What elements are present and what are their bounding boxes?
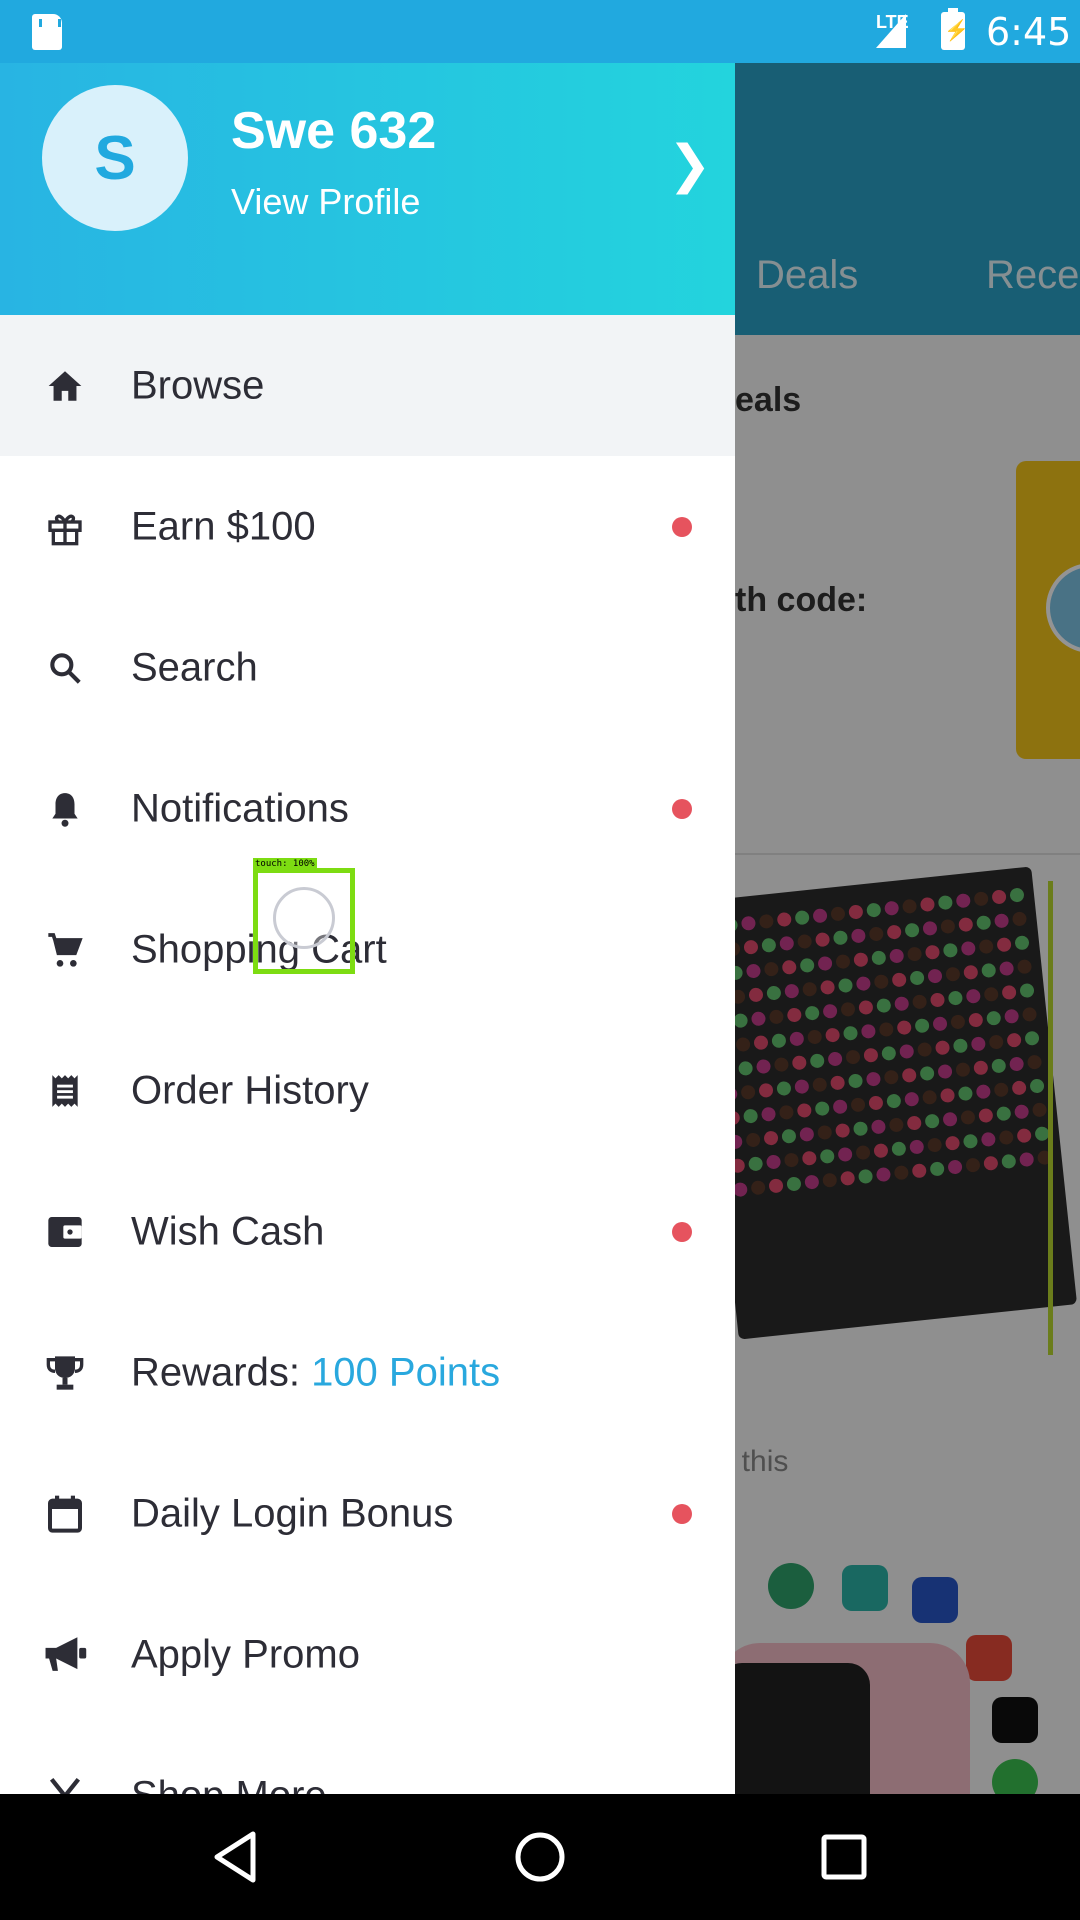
recents-button[interactable] bbox=[784, 1794, 904, 1920]
sd-card-icon bbox=[32, 14, 62, 50]
menu-item-apply-promo[interactable]: Apply Promo bbox=[0, 1584, 735, 1725]
battery-icon bbox=[941, 8, 969, 50]
profile-name: Swe 632 bbox=[231, 102, 437, 160]
menu-item-shop-more[interactable]: Shop More bbox=[0, 1725, 735, 1794]
notification-dot bbox=[672, 1503, 692, 1524]
menu-item-cart[interactable]: Shopping Cart bbox=[0, 879, 735, 1020]
system-navigation-bar bbox=[0, 1794, 1080, 1920]
rewards-label: Rewards: bbox=[131, 1350, 312, 1394]
menu-item-daily-login-bonus[interactable]: Daily Login Bonus bbox=[0, 1443, 735, 1584]
view-profile-link[interactable]: View Profile bbox=[231, 181, 420, 223]
menu-item-notifications[interactable]: Notifications bbox=[0, 738, 735, 879]
menu-label: Browse bbox=[131, 363, 265, 407]
back-icon bbox=[214, 1831, 256, 1883]
menu-item-search[interactable]: Search bbox=[0, 597, 735, 738]
menu-item-rewards[interactable]: Rewards: 100 Points bbox=[0, 1302, 735, 1443]
trophy-icon bbox=[42, 1350, 88, 1396]
menu-item-wish-cash[interactable]: Wish Cash bbox=[0, 1161, 735, 1302]
wallet-icon bbox=[42, 1209, 88, 1255]
home-button[interactable] bbox=[480, 1794, 600, 1920]
yen-icon bbox=[42, 1773, 88, 1794]
cart-icon bbox=[42, 927, 88, 973]
recents-icon bbox=[821, 1834, 867, 1880]
menu-label: Earn $100 bbox=[131, 504, 316, 548]
notification-dot bbox=[672, 1221, 692, 1242]
rewards-points: 100 Points bbox=[311, 1350, 501, 1394]
network-type: LTE bbox=[876, 12, 909, 32]
chevron-right-icon[interactable]: ❯ bbox=[668, 135, 712, 195]
notification-dot bbox=[672, 516, 692, 537]
menu-label: Apply Promo bbox=[131, 1632, 360, 1676]
avatar[interactable]: S bbox=[42, 85, 188, 231]
menu-label: Shop More bbox=[131, 1773, 327, 1794]
menu-label: Wish Cash bbox=[131, 1209, 325, 1253]
navigation-drawer: S Swe 632 View Profile ❯ Browse Earn $10… bbox=[0, 63, 735, 1794]
menu-item-earn[interactable]: Earn $100 bbox=[0, 456, 735, 597]
bell-icon bbox=[42, 786, 88, 832]
home-circle-icon bbox=[515, 1832, 565, 1882]
profile-header[interactable]: S Swe 632 View Profile ❯ bbox=[0, 63, 735, 315]
menu-label: Daily Login Bonus bbox=[131, 1491, 454, 1535]
megaphone-icon bbox=[42, 1632, 88, 1678]
menu-label: Rewards: 100 Points bbox=[131, 1350, 500, 1395]
menu-label: Search bbox=[131, 645, 258, 689]
menu-item-order-history[interactable]: Order History bbox=[0, 1020, 735, 1161]
gift-icon bbox=[42, 504, 88, 550]
menu-label: Notifications bbox=[131, 786, 349, 830]
status-bar: LTE 6:45 bbox=[0, 0, 1080, 63]
menu-item-browse[interactable]: Browse bbox=[0, 315, 735, 456]
clock: 6:45 bbox=[986, 10, 1072, 54]
notification-dot bbox=[672, 798, 692, 819]
home-icon bbox=[42, 363, 88, 409]
back-button[interactable] bbox=[176, 1794, 296, 1920]
menu-label: Order History bbox=[131, 1068, 369, 1112]
receipt-icon bbox=[42, 1068, 88, 1114]
search-icon bbox=[42, 645, 88, 691]
calendar-icon bbox=[42, 1491, 88, 1537]
touch-indicator-circle bbox=[273, 887, 335, 949]
